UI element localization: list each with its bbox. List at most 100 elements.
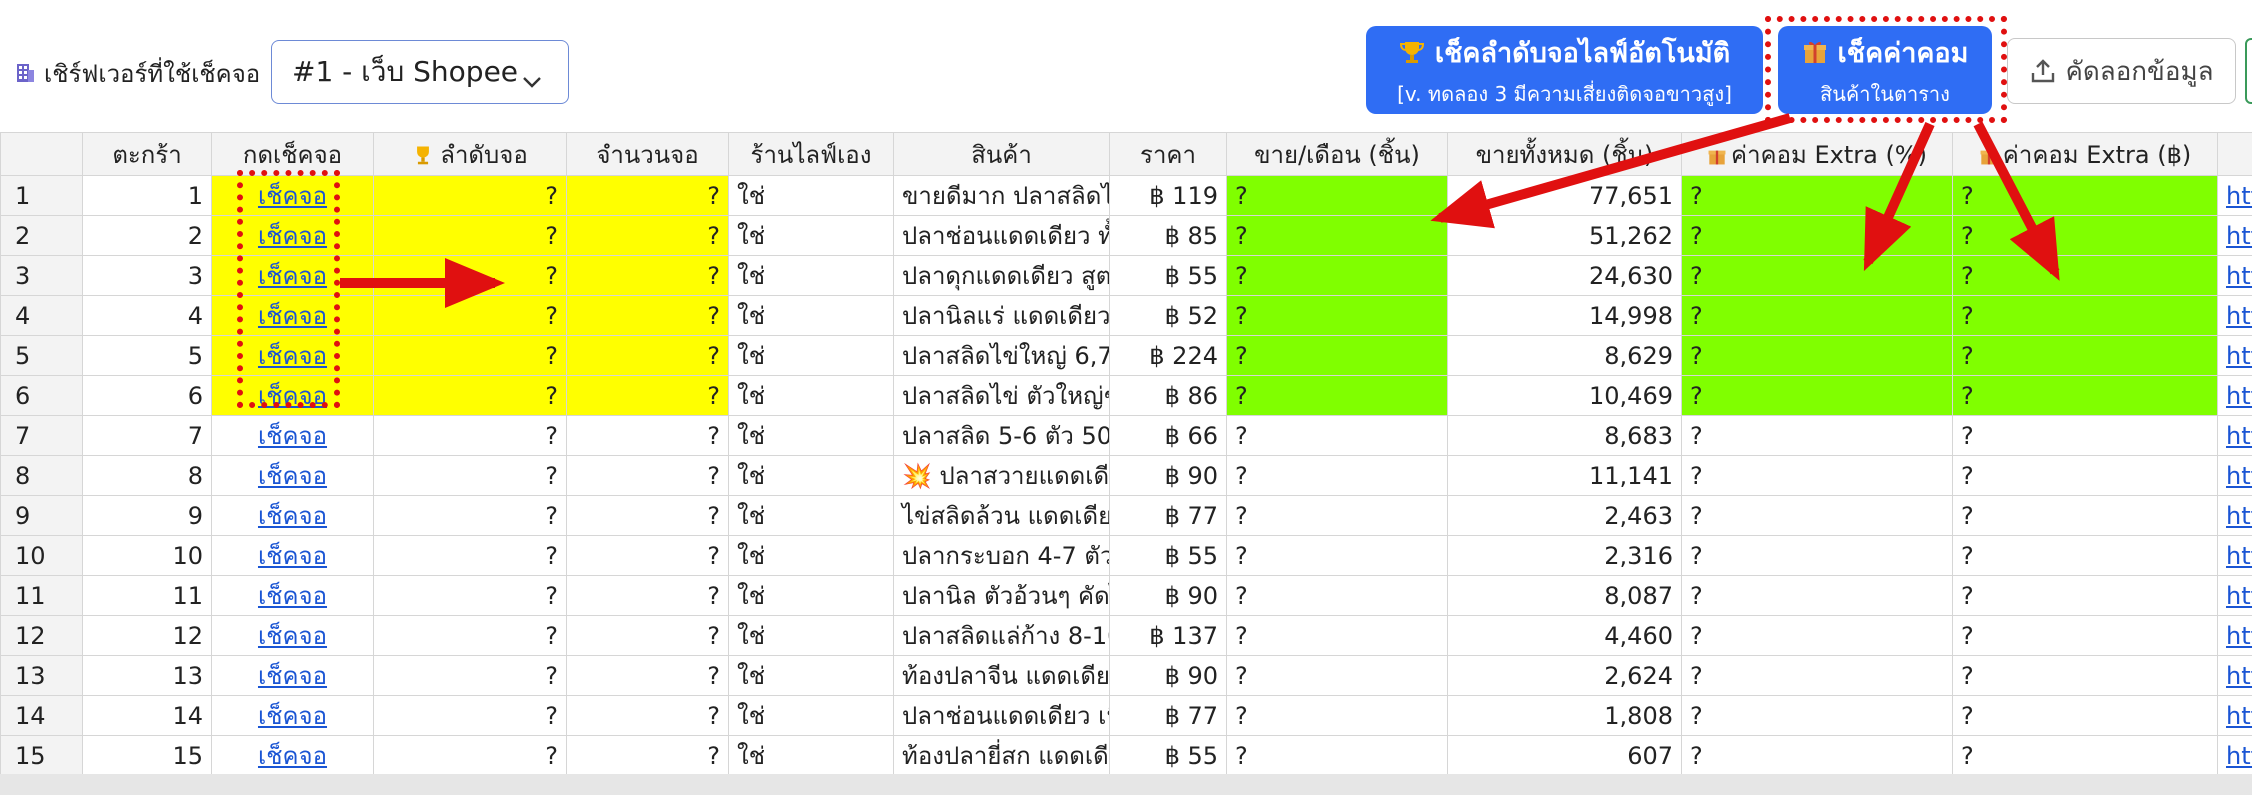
product-link[interactable]: https [2226, 182, 2252, 210]
check-screen-link[interactable]: เช็คจอ [258, 622, 327, 650]
product-link[interactable]: https [2226, 222, 2252, 250]
cell-sales-month: ? [1226, 255, 1448, 296]
header-commission-baht[interactable]: ค่าคอม Extra (฿) [1952, 132, 2218, 176]
cell-link[interactable]: https [2217, 175, 2252, 216]
cell-link[interactable]: https [2217, 455, 2252, 496]
cell-check-screen[interactable]: เช็คจอ [211, 415, 374, 456]
cell-link[interactable]: https [2217, 375, 2252, 416]
header-check-screen[interactable]: กดเช็คจอ [211, 132, 374, 176]
server-select[interactable]: #1 - เว็บ Shopee [271, 40, 569, 104]
product-link[interactable]: https [2226, 342, 2252, 370]
cell-link[interactable]: https [2217, 415, 2252, 456]
cell-commission-baht: ? [1952, 735, 2218, 776]
cell-link[interactable]: https [2217, 695, 2252, 736]
extra-button-edge[interactable] [2245, 38, 2252, 104]
check-screen-link[interactable]: เช็คจอ [258, 182, 327, 210]
check-rank-button[interactable]: เช็คลำดับจอไลฟ์อัตโนมัติ [v. ทดลอง 3 มีค… [1366, 26, 1763, 114]
cell-commission-pct: ? [1681, 415, 1953, 456]
header-own-live[interactable]: ร้านไลฟ์เอง [728, 132, 894, 176]
cell-check-screen[interactable]: เช็คจอ [211, 655, 374, 696]
check-screen-link[interactable]: เช็คจอ [258, 222, 327, 250]
product-link[interactable]: https [2226, 422, 2252, 450]
check-screen-link[interactable]: เช็คจอ [258, 302, 327, 330]
check-screen-link[interactable]: เช็คจอ [258, 262, 327, 290]
product-link[interactable]: https [2226, 742, 2252, 770]
product-link[interactable]: https [2226, 462, 2252, 490]
check-screen-link[interactable]: เช็คจอ [258, 502, 327, 530]
cell-check-screen[interactable]: เช็คจอ [211, 455, 374, 496]
header-link[interactable] [2217, 132, 2252, 176]
header-screen-count[interactable]: จำนวนจอ [566, 132, 729, 176]
cell-check-screen[interactable]: เช็คจอ [211, 575, 374, 616]
cell-link[interactable]: https [2217, 655, 2252, 696]
product-link[interactable]: https [2226, 582, 2252, 610]
cell-check-screen[interactable]: เช็คจอ [211, 735, 374, 776]
header-basket[interactable]: ตะกร้า [82, 132, 212, 176]
check-screen-link[interactable]: เช็คจอ [258, 702, 327, 730]
cell-check-screen[interactable]: เช็คจอ [211, 175, 374, 216]
cell-check-screen[interactable]: เช็คจอ [211, 295, 374, 336]
cell-check-screen[interactable]: เช็คจอ [211, 695, 374, 736]
check-screen-link[interactable]: เช็คจอ [258, 342, 327, 370]
cell-basket: 10 [82, 535, 212, 576]
cell-sales-total: 8,683 [1447, 415, 1682, 456]
header-sales-total[interactable]: ขายทั้งหมด (ชิ้น) [1447, 132, 1682, 176]
cell-screen-count: ? [566, 335, 729, 376]
copy-data-button[interactable]: คัดลอกข้อมูล [2007, 38, 2236, 104]
cell-basket: 11 [82, 575, 212, 616]
toolbar: เชิร์ฟเวอร์ที่ใช้เช็คจอ #1 - เว็บ Shopee… [0, 0, 2252, 132]
cell-link[interactable]: https [2217, 495, 2252, 536]
cell-check-screen[interactable]: เช็คจอ [211, 615, 374, 656]
product-link[interactable]: https [2226, 622, 2252, 650]
cell-link[interactable]: https [2217, 335, 2252, 376]
check-screen-link[interactable]: เช็คจอ [258, 422, 327, 450]
cell-link[interactable]: https [2217, 735, 2252, 776]
server-select-value: #1 - เว็บ Shopee [292, 55, 519, 88]
cell-sales-month: ? [1226, 335, 1448, 376]
cell-check-screen[interactable]: เช็คจอ [211, 535, 374, 576]
header-sales-month[interactable]: ขาย/เดือน (ชิ้น) [1226, 132, 1448, 176]
header-screen-rank[interactable]: ลำดับจอ [373, 132, 567, 176]
horizontal-scrollbar[interactable] [0, 774, 2252, 795]
cell-link[interactable]: https [2217, 215, 2252, 256]
table-row: 11เช็คจอ??ใช่ขายดีมาก ปลาสลิดไข่ใหญ่฿ 11… [0, 175, 2252, 216]
check-screen-link[interactable]: เช็คจอ [258, 382, 327, 410]
row-number: 13 [0, 655, 83, 696]
cell-basket: 15 [82, 735, 212, 776]
header-commission-pct[interactable]: ค่าคอม Extra (%) [1681, 132, 1953, 176]
check-screen-link[interactable]: เช็คจอ [258, 462, 327, 490]
header-price[interactable]: ราคา [1109, 132, 1227, 176]
product-link[interactable]: https [2226, 542, 2252, 570]
cell-check-screen[interactable]: เช็คจอ [211, 375, 374, 416]
building-icon [14, 62, 36, 84]
cell-check-screen[interactable]: เช็คจอ [211, 255, 374, 296]
check-screen-link[interactable]: เช็คจอ [258, 542, 327, 570]
product-link[interactable]: https [2226, 702, 2252, 730]
check-screen-link[interactable]: เช็คจอ [258, 742, 327, 770]
cell-check-screen[interactable]: เช็คจอ [211, 495, 374, 536]
cell-basket: 13 [82, 655, 212, 696]
product-link[interactable]: https [2226, 662, 2252, 690]
cell-link[interactable]: https [2217, 615, 2252, 656]
check-commission-button[interactable]: เช็คค่าคอม สินค้าในตาราง [1778, 26, 1992, 114]
cell-link[interactable]: https [2217, 255, 2252, 296]
cell-link[interactable]: https [2217, 295, 2252, 336]
table-row: 10 10 เช็คจอ?? ใช่ ปลากระบอก 4-7 ตัว฿ 55? 2,3… [0, 535, 2252, 576]
product-link[interactable]: https [2226, 382, 2252, 410]
cell-check-screen[interactable]: เช็คจอ [211, 335, 374, 376]
cell-commission-baht: ? [1952, 255, 2218, 296]
row-number: 4 [0, 295, 83, 336]
cell-commission-baht: ? [1952, 615, 2218, 656]
header-product[interactable]: สินค้า [893, 132, 1110, 176]
check-screen-link[interactable]: เช็คจอ [258, 582, 327, 610]
product-link[interactable]: https [2226, 502, 2252, 530]
product-link[interactable]: https [2226, 262, 2252, 290]
cell-link[interactable]: https [2217, 535, 2252, 576]
cell-product: ปลาช่อนแดดเดียว เนื้อ [893, 695, 1110, 736]
cell-own-live: ใช่ [728, 335, 894, 376]
cell-link[interactable]: https [2217, 575, 2252, 616]
product-link[interactable]: https [2226, 302, 2252, 330]
check-screen-link[interactable]: เช็คจอ [258, 662, 327, 690]
cell-check-screen[interactable]: เช็คจอ [211, 215, 374, 256]
cell-product: 💥 ปลาสวายแดดเดียว [893, 455, 1110, 496]
